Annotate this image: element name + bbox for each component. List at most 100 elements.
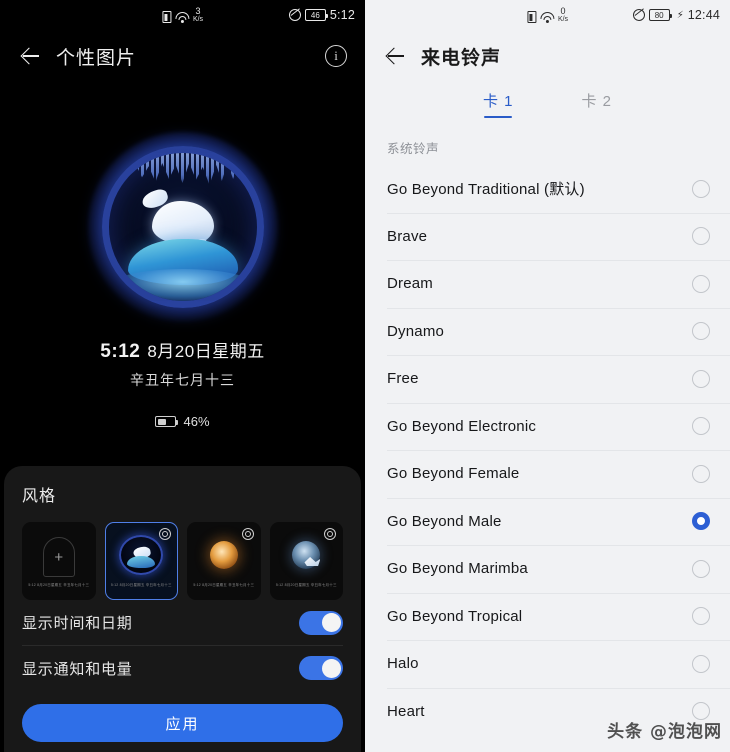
- style-thumb-warm-globe[interactable]: 5:12 8月20日星期五 辛丑年七月十三: [187, 522, 261, 600]
- left-status-bar: 3 K/s 46 5:12: [0, 0, 365, 30]
- ringtone-name: Go Beyond Tropical: [387, 607, 523, 625]
- status-clock: 12:44: [687, 8, 720, 22]
- right-status-bar: 0 K/s 80 ⚡ 12:44: [365, 0, 730, 30]
- ringtone-radio[interactable]: [692, 369, 710, 388]
- mute-icon: [632, 9, 645, 21]
- ringtone-name: Go Beyond Female: [387, 465, 520, 483]
- ringtone-radio[interactable]: [692, 559, 710, 578]
- style-thumb-cool-globe[interactable]: 5:12 8月20日星期五 辛丑年七月十三: [269, 522, 343, 600]
- switch-knob: [321, 613, 341, 632]
- page-title: 来电铃声: [421, 47, 502, 69]
- right-phone-screen: 0 K/s 80 ⚡ 12:44 来电铃声 卡 1 卡 2 系统铃声 Go Be…: [365, 0, 730, 752]
- status-right-group: 80 ⚡ 12:44: [632, 8, 720, 22]
- back-arrow-icon[interactable]: [18, 44, 42, 68]
- wifi-icon: [174, 11, 189, 23]
- status-left-group: 3 K/s: [161, 6, 204, 24]
- ringtone-name: Brave: [387, 227, 428, 245]
- list-item[interactable]: Halo: [365, 640, 730, 688]
- dual-screenshot-composite: 3 K/s 46 5:12 个性图片 i 5:12 8月20日星期五 辛丑年七月…: [0, 0, 730, 752]
- ringtone-radio[interactable]: [692, 417, 710, 436]
- battery-icon: [155, 416, 179, 427]
- ringtone-name: Heart: [387, 702, 425, 720]
- section-header-system-ringtones: 系统铃声: [387, 142, 440, 156]
- sheet-title: 风格: [22, 488, 57, 505]
- show-time-date-switch[interactable]: [299, 610, 343, 635]
- list-item[interactable]: Go Beyond Male: [365, 497, 730, 546]
- network-speed-unit: K/s: [192, 16, 204, 23]
- list-item[interactable]: Go Beyond Electronic: [365, 402, 730, 451]
- charging-bolt-icon: ⚡: [676, 9, 684, 21]
- style-bottom-sheet: 风格 + 5:12 8月20日星期五 辛丑年七月十三 5:12 8月20日星期五…: [4, 466, 361, 752]
- ringtone-radio[interactable]: [692, 464, 710, 483]
- sim-card-icon: [161, 11, 171, 23]
- thumb-artwork-warm-globe: [202, 535, 246, 575]
- network-speed-unit: K/s: [557, 16, 569, 23]
- status-right-group: 46 5:12: [288, 8, 355, 22]
- ringtone-list: Go Beyond Traditional (默认) Brave Dream D…: [365, 165, 730, 735]
- show-notifications-battery-switch[interactable]: [299, 656, 343, 680]
- lunar-date: 辛丑年七月十三: [130, 372, 235, 388]
- clock-time: 5:12: [100, 341, 141, 362]
- network-speed-value: 3: [195, 6, 201, 16]
- network-speed-value: 0: [560, 6, 566, 16]
- back-arrow-icon[interactable]: [383, 44, 407, 68]
- ringtone-radio[interactable]: [692, 227, 710, 246]
- switch-knob: [321, 658, 341, 678]
- info-icon[interactable]: i: [325, 45, 347, 67]
- ringtone-radio[interactable]: [692, 274, 710, 293]
- ringtone-name: Go Beyond Male: [387, 512, 502, 530]
- icicles-decoration: [126, 153, 239, 185]
- preview-battery-text: 46%: [183, 414, 210, 429]
- list-item[interactable]: Go Beyond Traditional (默认): [365, 165, 730, 213]
- ringtone-name: Go Beyond Traditional (默认): [387, 181, 585, 199]
- battery-indicator: 80: [648, 9, 672, 21]
- lockscreen-clock: 5:12 8月20日星期五 辛丑年七月十三 46%: [0, 337, 365, 432]
- network-speed: 3 K/s: [192, 6, 204, 24]
- battery-indicator: 46: [304, 9, 328, 21]
- list-item[interactable]: Go Beyond Tropical: [365, 592, 730, 641]
- ice-base-shape: [109, 269, 256, 301]
- ringtone-radio[interactable]: [692, 654, 710, 673]
- toggle-label: 显示时间和日期: [22, 615, 133, 632]
- style-thumb-polar-bear[interactable]: 5:12 8月20日星期五 辛丑年七月十三: [104, 522, 178, 600]
- status-clock: 5:12: [329, 8, 355, 22]
- style-thumb-add-custom[interactable]: + 5:12 8月20日星期五 辛丑年七月十三: [22, 522, 96, 600]
- preview-battery: 46%: [155, 414, 210, 429]
- polar-bear-artwork: [87, 132, 278, 322]
- list-item[interactable]: Dynamo: [365, 307, 730, 356]
- sim-card-icon: [526, 11, 536, 23]
- tab-sim-2[interactable]: 卡 2: [582, 90, 613, 118]
- ringtone-name: Go Beyond Marimba: [387, 560, 528, 578]
- status-left-group: 0 K/s: [526, 6, 569, 24]
- toggle-row-show-notifications-battery: 显示通知和电量: [22, 645, 343, 690]
- ringtone-radio-selected[interactable]: [692, 512, 710, 531]
- ringtone-name: Free: [387, 370, 419, 388]
- list-item[interactable]: Go Beyond Marimba: [365, 545, 730, 593]
- ringtone-radio[interactable]: [692, 322, 710, 341]
- right-app-bar: 来电铃声: [365, 30, 730, 82]
- apply-button[interactable]: 应用: [22, 704, 343, 742]
- mute-icon: [288, 9, 301, 21]
- ringtone-name: Dynamo: [387, 322, 445, 340]
- list-item[interactable]: Brave: [365, 212, 730, 261]
- ringtone-radio[interactable]: [692, 607, 710, 626]
- ringtone-radio[interactable]: [692, 702, 710, 721]
- list-item[interactable]: Heart: [365, 687, 730, 736]
- network-speed: 0 K/s: [557, 6, 569, 24]
- ringtone-name: Go Beyond Electronic: [387, 417, 537, 435]
- ringtone-name: Halo: [387, 655, 419, 673]
- clock-date: 8月20日星期五: [147, 342, 265, 361]
- list-item[interactable]: Free: [365, 355, 730, 403]
- thumb-caption: 5:12 8月20日星期五 辛丑年七月十三: [110, 583, 172, 588]
- left-app-bar: 个性图片 i: [0, 30, 365, 82]
- thumb-artwork-polar-bear: [119, 535, 164, 575]
- toggle-row-show-time-date: 显示时间和日期: [22, 600, 343, 645]
- thumb-artwork-cool-globe: [284, 535, 328, 575]
- plus-icon: +: [42, 537, 75, 577]
- list-item[interactable]: Go Beyond Female: [365, 450, 730, 498]
- tab-sim-1[interactable]: 卡 1: [483, 90, 514, 118]
- thumb-caption: 5:12 8月20日星期五 辛丑年七月十三: [275, 583, 337, 588]
- thumb-caption: 5:12 8月20日星期五 辛丑年七月十三: [193, 583, 255, 588]
- ringtone-radio[interactable]: [692, 179, 710, 198]
- list-item[interactable]: Dream: [365, 260, 730, 308]
